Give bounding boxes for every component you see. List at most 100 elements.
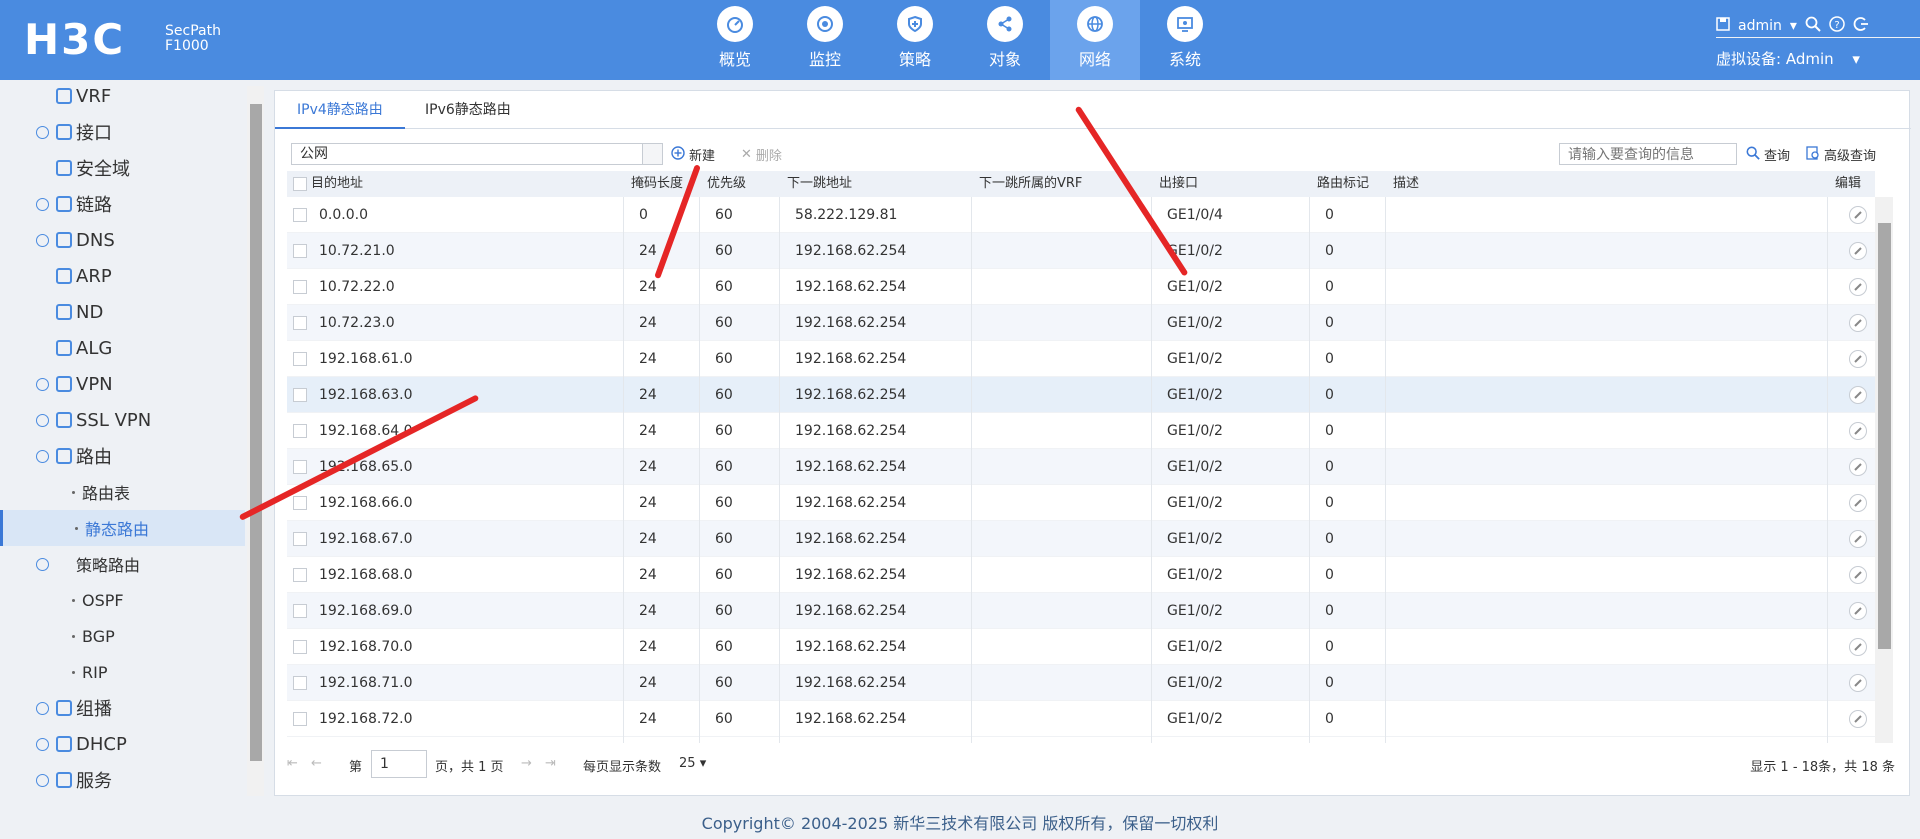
last-page-icon[interactable]: ⇥ [545,756,556,771]
chevron-down-icon[interactable] [642,144,662,164]
table-row[interactable]: 192.168.63.0 24 60 192.168.62.254 GE1/0/2 0 [287,377,1875,413]
query-button[interactable]: 查询 [1746,145,1790,164]
sidebar-item-8[interactable]: VPN [0,366,245,402]
edit-icon[interactable] [1849,278,1867,296]
next-page-icon[interactable]: → [521,756,532,771]
expand-icon[interactable] [36,557,49,571]
edit-icon[interactable] [1849,674,1867,692]
sidebar-item-17[interactable]: 组播 [0,690,245,726]
page-number-input[interactable]: 1 [371,750,427,778]
edit-icon[interactable] [1849,386,1867,404]
select-all-checkbox[interactable] [293,177,307,191]
table-row[interactable]: 10.72.22.0 24 60 192.168.62.254 GE1/0/2 0 [287,269,1875,305]
column-header[interactable]: 描述 [1393,171,1419,197]
edit-icon[interactable] [1849,458,1867,476]
vrf-select[interactable]: 公网 [291,143,663,165]
nav-share[interactable]: 对象 [960,0,1050,80]
logout-icon[interactable] [1853,16,1869,36]
table-row[interactable]: 192.168.70.0 24 60 192.168.62.254 GE1/0/2 0 [287,629,1875,665]
row-checkbox[interactable] [293,604,307,618]
nav-globe[interactable]: 网络 [1050,0,1140,80]
row-checkbox[interactable] [293,352,307,366]
table-scroll-thumb[interactable] [1878,223,1891,649]
table-row[interactable]: 192.168.67.0 24 60 192.168.62.254 GE1/0/2 0 [287,521,1875,557]
expand-icon[interactable] [36,233,49,247]
sidebar-item-16[interactable]: RIP [0,654,245,690]
row-checkbox[interactable] [293,568,307,582]
row-checkbox[interactable] [293,316,307,330]
nav-monitor[interactable]: 监控 [780,0,870,80]
edit-icon[interactable] [1849,314,1867,332]
sidebar-item-10[interactable]: 路由 [0,438,245,474]
row-checkbox[interactable] [293,244,307,258]
edit-icon[interactable] [1849,566,1867,584]
chevron-down-icon[interactable]: ▾ [1852,50,1860,68]
row-checkbox[interactable] [293,424,307,438]
row-checkbox[interactable] [293,388,307,402]
edit-icon[interactable] [1849,530,1867,548]
sidebar-item-3[interactable]: 链路 [0,186,245,222]
sidebar-item-11[interactable]: 路由表 [0,474,245,510]
table-row[interactable]: 192.168.65.0 24 60 192.168.62.254 GE1/0/2 0 [287,449,1875,485]
user-name[interactable]: admin [1738,18,1782,34]
help-icon[interactable]: ? [1829,15,1845,36]
column-header[interactable]: 出接口 [1159,171,1198,197]
column-header[interactable]: 优先级 [707,171,746,197]
expand-icon[interactable] [36,701,49,715]
prev-page-icon[interactable]: ← [311,756,322,771]
table-row[interactable]: 10.72.21.0 24 60 192.168.62.254 GE1/0/2 0 [287,233,1875,269]
expand-icon[interactable] [36,413,49,427]
nav-settings-screen[interactable]: 系统 [1140,0,1230,80]
expand-icon[interactable] [36,125,49,139]
sidebar-item-5[interactable]: ARP [0,258,245,294]
table-row[interactable]: 192.168.66.0 24 60 192.168.62.254 GE1/0/2 0 [287,485,1875,521]
expand-icon[interactable] [36,737,49,751]
row-checkbox[interactable] [293,208,307,222]
column-header[interactable]: 编辑 [1835,171,1861,197]
virtual-device[interactable]: 虚拟设备: Admin ▾ [1716,48,1860,69]
save-icon[interactable] [1716,16,1730,35]
expand-icon[interactable] [36,377,49,391]
sidebar-item-0[interactable]: VRF [0,78,245,114]
row-checkbox[interactable] [293,532,307,546]
column-header[interactable]: 下一跳地址 [787,171,852,197]
sidebar-item-18[interactable]: DHCP [0,726,245,762]
table-row[interactable]: 192.168.68.0 24 60 192.168.62.254 GE1/0/2 0 [287,557,1875,593]
expand-icon[interactable] [36,197,49,211]
sidebar-item-19[interactable]: 服务 [0,762,245,798]
edit-icon[interactable] [1849,638,1867,656]
row-checkbox[interactable] [293,280,307,294]
table-row[interactable]: 192.168.64.0 24 60 192.168.62.254 GE1/0/2 0 [287,413,1875,449]
sidebar-scroll-thumb[interactable] [250,104,262,761]
table-row[interactable]: 192.168.69.0 24 60 192.168.62.254 GE1/0/2 0 [287,593,1875,629]
sidebar-item-4[interactable]: DNS [0,222,245,258]
table-row[interactable]: 192.168.72.0 24 60 192.168.62.254 GE1/0/2 0 [287,701,1875,737]
edit-icon[interactable] [1849,206,1867,224]
column-header[interactable]: 掩码长度 [631,171,683,197]
table-row[interactable]: 192.168.71.0 24 60 192.168.62.254 GE1/0/2 0 [287,665,1875,701]
nav-shield[interactable]: 策略 [870,0,960,80]
first-page-icon[interactable]: ⇤ [287,756,298,771]
expand-icon[interactable] [36,449,49,463]
sidebar-item-6[interactable]: ND [0,294,245,330]
column-header[interactable]: 下一跳所属的VRF [979,171,1082,197]
sidebar-item-1[interactable]: 接口 [0,114,245,150]
tab-ipv4-static-route[interactable]: IPv4静态路由 [275,91,405,129]
column-header[interactable]: 目的地址 [311,171,363,197]
row-checkbox[interactable] [293,712,307,726]
per-page-select[interactable]: 25 ▾ [679,756,706,771]
edit-icon[interactable] [1849,242,1867,260]
chevron-down-icon[interactable]: ▾ [1790,18,1797,34]
search-input[interactable] [1559,143,1737,165]
advanced-query-button[interactable]: 高级查询 [1806,145,1876,164]
sidebar-item-9[interactable]: SSL VPN [0,402,245,438]
sidebar-item-7[interactable]: ALG [0,330,245,366]
edit-icon[interactable] [1849,602,1867,620]
edit-icon[interactable] [1849,494,1867,512]
row-checkbox[interactable] [293,496,307,510]
sidebar-item-2[interactable]: 安全域 [0,150,245,186]
table-row[interactable]: 0.0.0.0 0 60 58.222.129.81 GE1/0/4 0 [287,197,1875,233]
row-checkbox[interactable] [293,640,307,654]
edit-icon[interactable] [1849,710,1867,728]
tab-ipv6-static-route[interactable]: IPv6静态路由 [403,91,533,129]
